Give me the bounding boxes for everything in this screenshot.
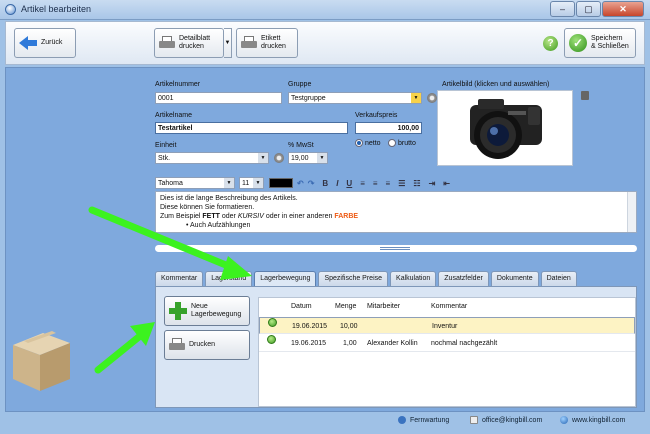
footer: Fernwartung office@kingbill.com www.king… — [0, 412, 650, 434]
globe-icon — [560, 416, 568, 424]
annotation-arrows — [88, 206, 252, 374]
web-link[interactable]: www.kingbill.com — [560, 416, 625, 424]
remote-link[interactable]: Fernwartung — [398, 416, 449, 424]
arrow-to-tab-icon — [88, 206, 252, 280]
arrow-to-new-button-icon — [94, 322, 155, 374]
remote-icon — [398, 416, 406, 424]
email-link[interactable]: office@kingbill.com — [470, 416, 542, 424]
mail-icon — [470, 416, 478, 424]
